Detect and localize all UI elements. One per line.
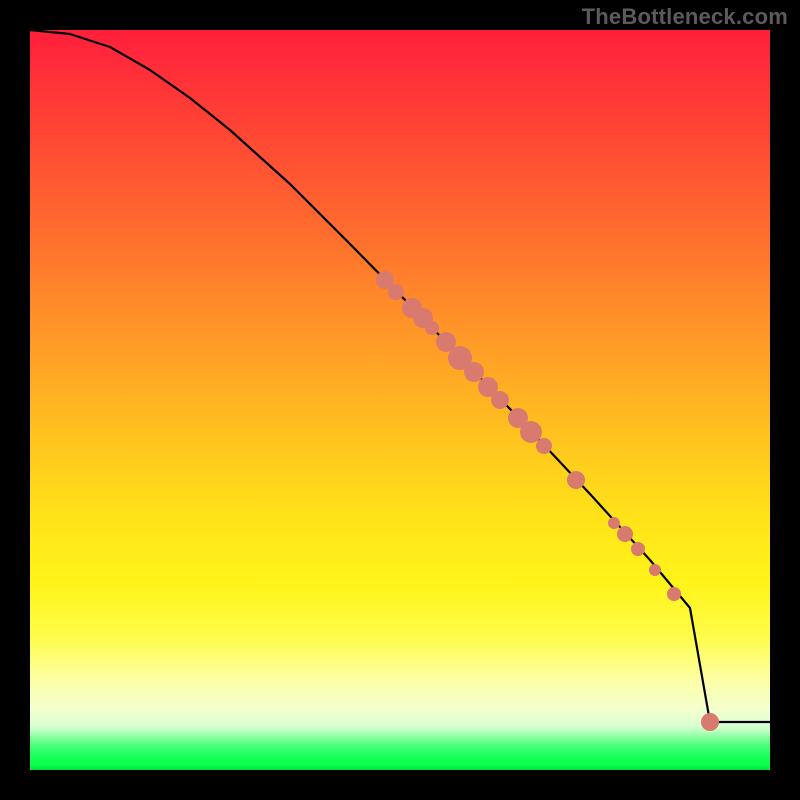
curve-path: [30, 30, 770, 722]
plot-area: [30, 30, 770, 770]
data-point: [464, 362, 484, 382]
data-point: [617, 526, 633, 542]
data-point: [413, 308, 433, 328]
data-point: [508, 408, 528, 428]
data-point: [491, 391, 509, 409]
data-point: [478, 377, 498, 397]
data-point: [436, 332, 456, 352]
data-point: [376, 271, 394, 289]
data-point: [701, 713, 719, 731]
watermark-text: TheBottleneck.com: [582, 4, 788, 30]
data-point: [402, 298, 422, 318]
data-point: [608, 517, 620, 529]
data-point: [520, 421, 542, 443]
data-point: [388, 284, 404, 300]
curve-line-svg: [30, 30, 770, 770]
data-point: [567, 471, 585, 489]
data-point: [536, 438, 552, 454]
data-point: [448, 346, 472, 370]
data-point: [667, 587, 681, 601]
data-point: [425, 321, 439, 335]
data-point: [631, 542, 645, 556]
data-point: [649, 564, 661, 576]
chart-stage: TheBottleneck.com: [0, 0, 800, 800]
